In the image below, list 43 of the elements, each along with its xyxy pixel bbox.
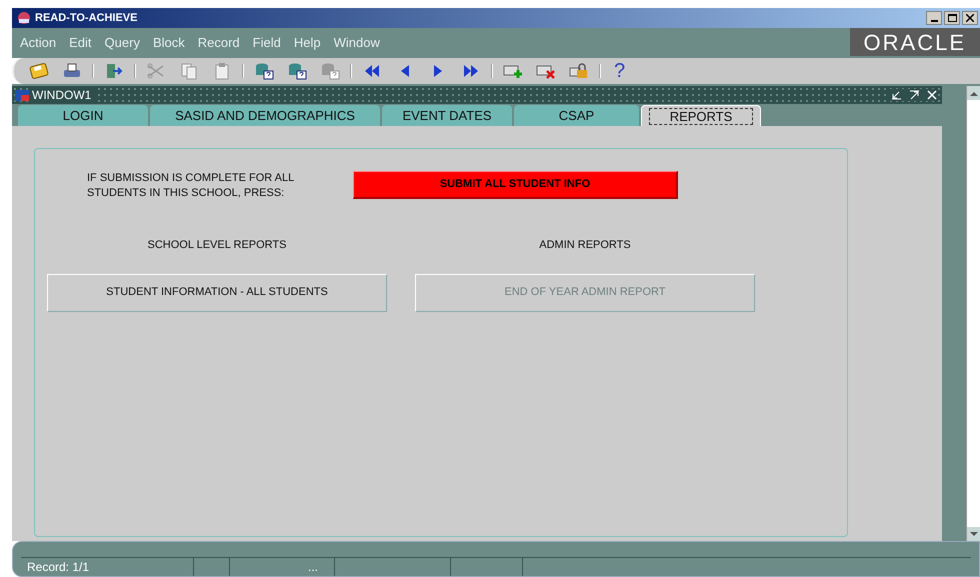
record-count: Record: 1/1 — [26, 559, 90, 576]
up-arrow-icon — [970, 90, 978, 96]
minimize-button[interactable] — [926, 11, 942, 25]
menu-item[interactable]: Help — [294, 33, 321, 53]
maximize-button[interactable] — [944, 11, 960, 25]
inner-window-title: WINDOW1 — [32, 86, 96, 104]
menu-item[interactable]: Window — [334, 33, 380, 53]
minimize-icon[interactable] — [890, 89, 902, 101]
menu-item[interactable]: Record — [198, 33, 240, 53]
logo: ORACLE — [850, 28, 980, 56]
tab[interactable]: LOGIN — [18, 105, 148, 126]
submit-button[interactable]: SUBMIT ALL STUDENT INFO — [353, 171, 678, 199]
window-icon — [14, 88, 30, 102]
help-button[interactable]: ? — [608, 61, 632, 81]
printer-icon[interactable] — [62, 62, 82, 80]
tab[interactable]: SASID AND DEMOGRAPHICS — [150, 105, 380, 126]
close-icon[interactable] — [926, 89, 938, 101]
door-arrow-icon[interactable] — [104, 62, 124, 80]
menu-item[interactable]: Edit — [69, 33, 92, 53]
menu-item[interactable]: Query — [104, 33, 140, 53]
section-heading: ADMIN REPORTS — [539, 238, 631, 253]
maximize-icon[interactable] — [908, 89, 920, 101]
down-arrow-icon — [970, 532, 978, 536]
tab[interactable]: CSAP — [514, 105, 639, 126]
window-title: READ-TO-ACHIEVE — [35, 10, 138, 26]
lock-icon[interactable] — [569, 62, 589, 80]
menu-item[interactable]: Block — [152, 33, 185, 53]
close-button[interactable] — [962, 11, 978, 25]
menu-item[interactable]: Action — [20, 33, 56, 53]
submit-prompt: IF SUBMISSION IS COMPLETE FOR ALL STUDENTS IN THIS SCHOOL, PRESS: — [87, 171, 295, 201]
close-icon — [966, 14, 974, 22]
status-indicator: ... — [308, 559, 318, 576]
scroll-up-button[interactable] — [967, 86, 980, 100]
report-button[interactable]: STUDENT INFORMATION - ALL STUDENTS — [47, 274, 387, 312]
save-icon[interactable] — [29, 62, 49, 80]
database-query-icon[interactable] — [254, 62, 274, 80]
tab[interactable]: EVENT DATES — [382, 105, 512, 126]
database-query-icon[interactable] — [287, 62, 307, 80]
section-heading: SCHOOL LEVEL REPORTS — [148, 238, 286, 253]
scroll-down-button[interactable] — [967, 527, 980, 541]
app-icon — [16, 11, 32, 25]
menu-item[interactable]: Field — [252, 33, 281, 53]
tab[interactable]: REPORTS — [641, 105, 761, 126]
